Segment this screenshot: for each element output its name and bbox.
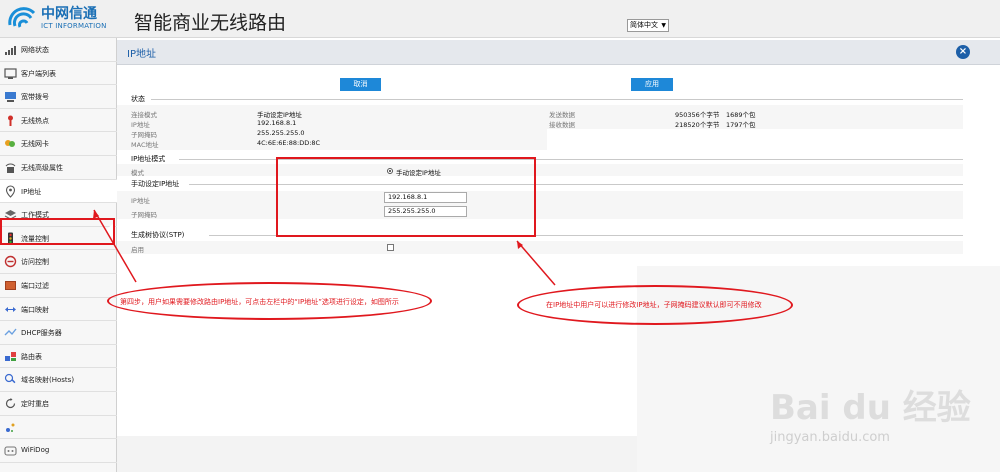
watermark-url: jingyan.baidu.com [770,430,890,445]
baidu-watermark: Bai du 经验 jingyan.baidu.com [770,380,971,450]
watermark-brand: Bai du 经验 [770,388,971,428]
annotation-text-right: 在IP地址中用户可以进行修改IP地址，子网掩码建议默认即可不用修改 [546,301,762,309]
annotation-text-left: 第四步，用户如果需要修改路由IP地址，可点击左栏中的“IP地址”选项进行设定，如… [120,298,399,306]
app-root: 中网信通 ICT INFORMATION 智能商业无线路由 简体中文 ▼ 网络状… [0,0,1000,472]
